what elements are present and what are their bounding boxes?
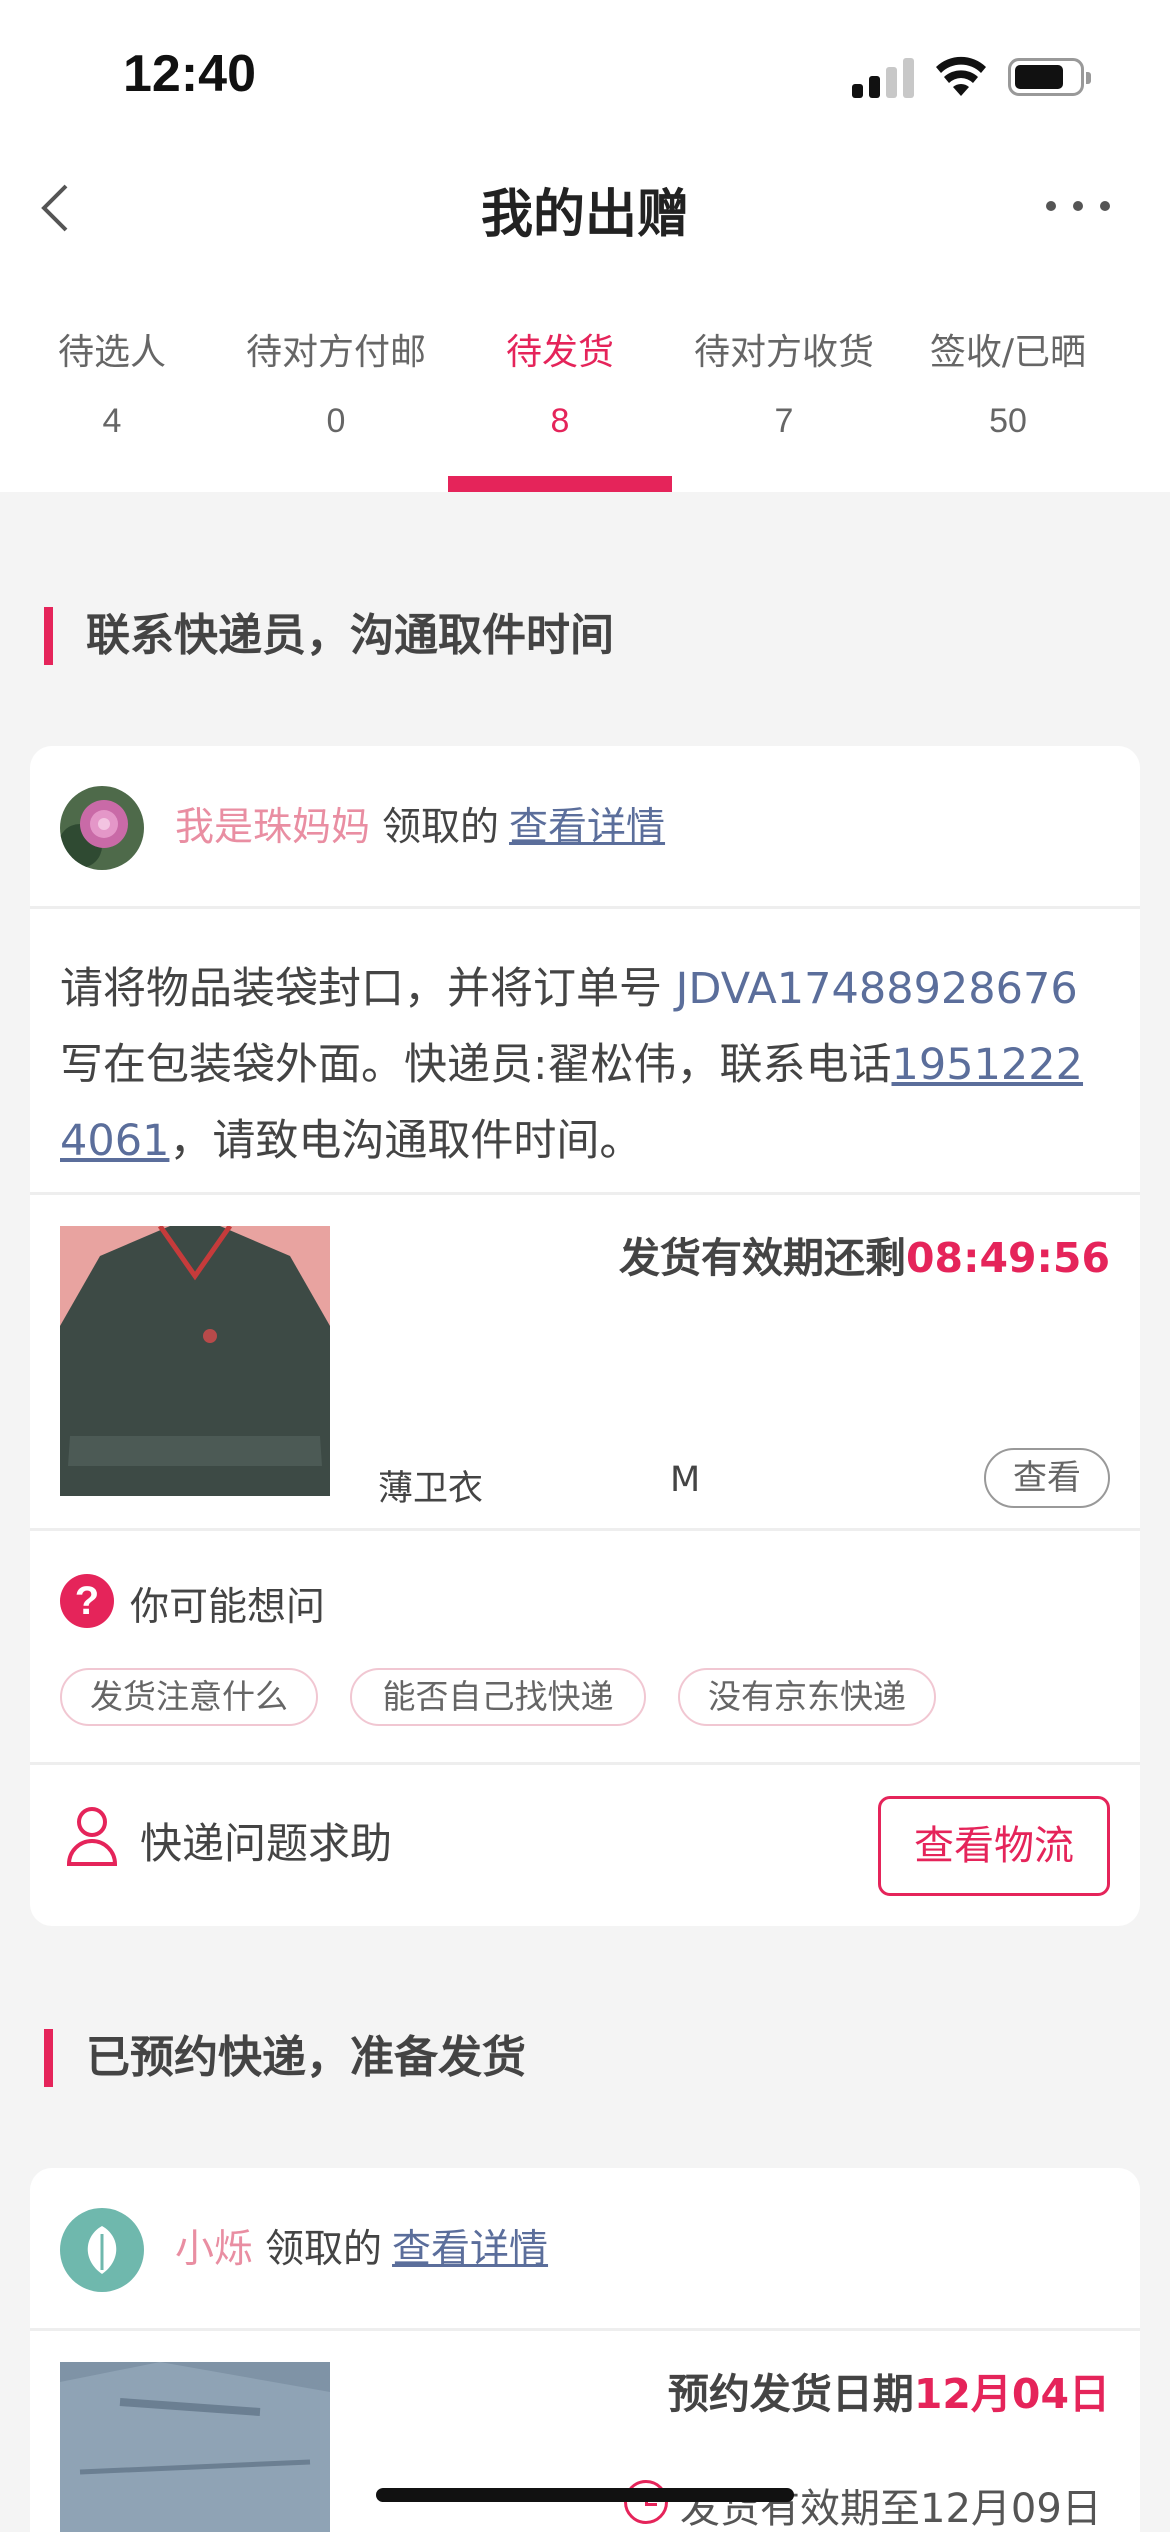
battery-icon <box>1008 58 1091 96</box>
receiver-line: 小烁 领取的 查看详情 <box>175 2218 548 2274</box>
tab-count: 0 <box>326 402 346 440</box>
item-size: M <box>670 1460 701 1500</box>
tab-pending-select[interactable]: 待选人 4 <box>0 318 224 492</box>
view-logistics-button[interactable]: 查看物流 <box>878 1796 1110 1896</box>
status-tabs: 待选人 4 待对方付邮 0 待发货 8 待对方收货 7 签收/已晒 50 <box>0 318 1170 492</box>
receiver-verb: 领取的 <box>382 805 500 850</box>
product-image[interactable] <box>60 2362 330 2532</box>
section-title: 已预约快递，准备发货 <box>44 2029 526 2087</box>
divider <box>30 1192 1140 1195</box>
valid-until: 发货有效期至12月09日 <box>680 2486 1102 2532</box>
receiver-name[interactable]: 我是珠妈妈 <box>175 805 370 850</box>
item-name: 薄卫衣 <box>378 1469 484 1509</box>
shipping-instruction: 请将物品装袋封口，并将订单号 JDVA17488928676 写在包装袋外面。快… <box>60 951 1110 1179</box>
avatar[interactable] <box>60 2208 144 2292</box>
ship-date-value: 12月04日 <box>913 2370 1110 2418</box>
faq-chip[interactable]: 能否自己找快递 <box>350 1668 646 1726</box>
shipment-card: 我是珠妈妈 领取的 查看详情 请将物品装袋封口，并将订单号 JDVA17488928… <box>30 746 1140 1926</box>
tab-count: 50 <box>989 402 1027 440</box>
ship-date: 预约发货日期12月04日 <box>668 2360 1110 2420</box>
ship-date-label: 预约发货日期 <box>667 2370 914 2418</box>
tab-label: 待选人 <box>57 332 166 373</box>
wifi-icon <box>936 56 986 96</box>
instruction-text: 请将物品装袋封口，并将订单号 <box>60 964 662 1014</box>
divider <box>30 1762 1140 1765</box>
divider <box>30 906 1140 909</box>
tab-label: 待发货 <box>505 332 614 373</box>
page-title: 我的出赠 <box>480 185 689 245</box>
divider <box>30 1528 1140 1531</box>
tab-count: 8 <box>550 402 570 440</box>
view-item-button[interactable]: 查看 <box>984 1448 1110 1508</box>
receiver-verb: 领取的 <box>265 2227 383 2272</box>
product-image[interactable] <box>60 1226 330 1496</box>
tab-pending-shipment[interactable]: 待发货 8 <box>448 318 672 492</box>
deadline-label: 发货有效期还剩 <box>619 1234 907 1282</box>
more-options-icon[interactable] <box>1046 190 1110 222</box>
view-details-link[interactable]: 查看详情 <box>392 2227 548 2272</box>
clock-icon <box>624 2480 668 2524</box>
receiver-name[interactable]: 小烁 <box>175 2227 253 2272</box>
tab-count: 4 <box>102 402 122 440</box>
deadline-countdown: 08:49:56 <box>906 1234 1110 1282</box>
instruction-text: 写在包装袋外面。快递员:翟松伟，联系电话 <box>60 1040 892 1090</box>
receiver-line: 我是珠妈妈 领取的 查看详情 <box>175 796 665 852</box>
tab-pending-receipt[interactable]: 待对方收货 7 <box>672 318 896 492</box>
question-icon: ? <box>60 1574 114 1628</box>
tab-label: 待对方收货 <box>693 332 874 373</box>
shipping-deadline: 发货有效期还剩08:49:56 <box>619 1224 1110 1284</box>
order-number: JDVA17488928676 <box>675 964 1078 1014</box>
avatar[interactable] <box>60 786 144 870</box>
person-icon <box>66 1807 118 1866</box>
shipment-card: 小烁 领取的 查看详情 预约发货日期12月04日 发货有效期至12月09日 <box>30 2168 1140 2532</box>
instruction-text: ，请致电沟通取件时间。 <box>169 1116 643 1166</box>
tab-label: 待对方付邮 <box>245 332 426 373</box>
status-time: 12:40 <box>123 45 256 103</box>
section-title: 联系快递员，沟通取件时间 <box>44 607 614 665</box>
view-details-link[interactable]: 查看详情 <box>509 805 665 850</box>
tab-count: 7 <box>774 402 794 440</box>
cellular-signal-icon <box>852 56 914 98</box>
home-indicator <box>376 2488 794 2502</box>
faq-chip[interactable]: 没有京东快递 <box>678 1668 936 1726</box>
tab-label: 签收/已晒 <box>929 332 1087 373</box>
tab-pending-postage[interactable]: 待对方付邮 0 <box>224 318 448 492</box>
divider <box>30 2328 1140 2331</box>
tab-received[interactable]: 签收/已晒 50 <box>896 318 1120 492</box>
faq-title: 你可能想问 <box>130 1585 326 1630</box>
faq-chip[interactable]: 发货注意什么 <box>60 1668 318 1726</box>
courier-help-label[interactable]: 快递问题求助 <box>140 1810 392 1871</box>
